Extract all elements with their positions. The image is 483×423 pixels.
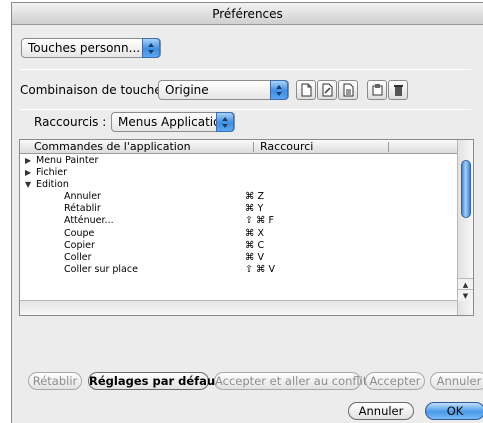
- shortcut-keys: ⌘ Y: [245, 203, 264, 215]
- disclosure-closed-icon[interactable]: ▶: [25, 155, 31, 167]
- command-name: Coupe: [64, 227, 95, 239]
- shortcut-keys: ⌘ C: [245, 239, 265, 251]
- command-name: Edition: [36, 179, 69, 191]
- column-header-command[interactable]: Commandes de l'application: [34, 140, 191, 153]
- shortcut-keys: ⇧ ⌘ V: [245, 263, 275, 275]
- shortcuts-popup-value: Menus Applicatio...: [118, 115, 232, 129]
- table-rows: ▶ Menu Painter ▶ Fichier ▼ Edition Annuler ⌘ ZR…: [20, 155, 457, 276]
- category-popup-value: Touches personn...: [28, 41, 141, 55]
- divider: [20, 109, 471, 110]
- ok-button[interactable]: OK: [425, 402, 483, 420]
- delete-button[interactable]: [388, 80, 408, 100]
- shortcut-set-label: Combinaison de touches: [20, 83, 168, 97]
- table-row[interactable]: ▶ Fichier: [20, 167, 457, 179]
- save-as-icon: [343, 83, 354, 97]
- command-name: Atténuer...: [64, 215, 114, 227]
- scroll-down-icon[interactable]: ▼: [458, 289, 473, 301]
- save-set-button[interactable]: [317, 80, 337, 100]
- vertical-scrollbar[interactable]: ▲ ▼: [457, 140, 473, 315]
- table-row[interactable]: ▶ Menu Painter: [20, 155, 457, 167]
- table-header: Commandes de l'application Raccourci: [20, 140, 457, 154]
- table-row[interactable]: Coupe ⌘ X: [20, 228, 457, 240]
- shortcut-keys: ⇧ ⌘ F: [245, 215, 274, 227]
- category-popup[interactable]: Touches personn...: [21, 38, 161, 58]
- table-row[interactable]: Copier ⌘ C: [20, 240, 457, 252]
- table-row[interactable]: Rétablir ⌘ Y: [20, 203, 457, 215]
- table-row[interactable]: Annuler ⌘ Z: [20, 191, 457, 203]
- column-separator: [388, 142, 389, 152]
- column-header-shortcut[interactable]: Raccourci: [260, 140, 313, 153]
- table-row[interactable]: Coller ⌘ V: [20, 252, 457, 264]
- popup-arrows-icon: [216, 112, 234, 132]
- divider: [20, 69, 471, 70]
- table-row[interactable]: Coller sur place ⇧ ⌘ V: [20, 264, 457, 276]
- shortcut-keys: ⌘ Z: [245, 191, 265, 203]
- popup-arrows-icon: [270, 80, 288, 100]
- scroll-thumb[interactable]: [461, 160, 471, 218]
- export-icon: [372, 84, 383, 96]
- column-separator: [253, 142, 254, 152]
- command-name: Rétablir: [64, 203, 101, 215]
- disclosure-closed-icon[interactable]: ▶: [25, 167, 31, 179]
- window-title: Préférences: [12, 3, 483, 25]
- accept-button[interactable]: Accepter: [365, 372, 425, 390]
- table-row[interactable]: ▼ Edition: [20, 179, 457, 191]
- cancel-button[interactable]: Annuler: [348, 402, 414, 420]
- command-name: Coller sur place: [64, 263, 138, 275]
- disclosure-open-icon[interactable]: ▼: [25, 179, 31, 191]
- shortcut-set-popup[interactable]: Origine: [158, 80, 289, 100]
- export-button[interactable]: [367, 80, 387, 100]
- shortcuts-table: Commandes de l'application Raccourci ▶ Me…: [19, 139, 474, 316]
- shortcuts-label: Raccourcis :: [34, 115, 107, 129]
- shortcuts-popup[interactable]: Menus Applicatio...: [111, 112, 235, 132]
- command-name: Fichier: [36, 167, 68, 179]
- save-set-icon: [322, 83, 333, 97]
- retablir-button[interactable]: Rétablir: [28, 372, 82, 390]
- new-set-button[interactable]: [296, 80, 316, 100]
- shortcut-keys: ⌘ X: [245, 227, 265, 239]
- command-name: Menu Painter: [36, 155, 99, 166]
- popup-arrows-icon: [142, 38, 160, 58]
- cancel-row-button[interactable]: Annuler: [430, 372, 483, 390]
- shortcut-set-value: Origine: [165, 83, 209, 97]
- save-as-button[interactable]: [338, 80, 358, 100]
- command-name: Annuler: [64, 191, 101, 203]
- horizontal-scrollbar[interactable]: [20, 300, 457, 315]
- preferences-window: Préférences Touches personn... Combinais…: [11, 2, 483, 423]
- delete-icon: [394, 85, 403, 96]
- default-settings-button[interactable]: Réglages par défaut: [88, 372, 221, 390]
- shortcut-keys: ⌘ V: [245, 251, 265, 263]
- command-name: Copier: [64, 239, 95, 251]
- new-set-icon: [301, 83, 312, 97]
- command-name: Coller: [64, 251, 92, 263]
- accept-goto-conflict-button[interactable]: Accepter et aller au conflit: [214, 372, 367, 390]
- table-row[interactable]: Atténuer... ⇧ ⌘ F: [20, 215, 457, 227]
